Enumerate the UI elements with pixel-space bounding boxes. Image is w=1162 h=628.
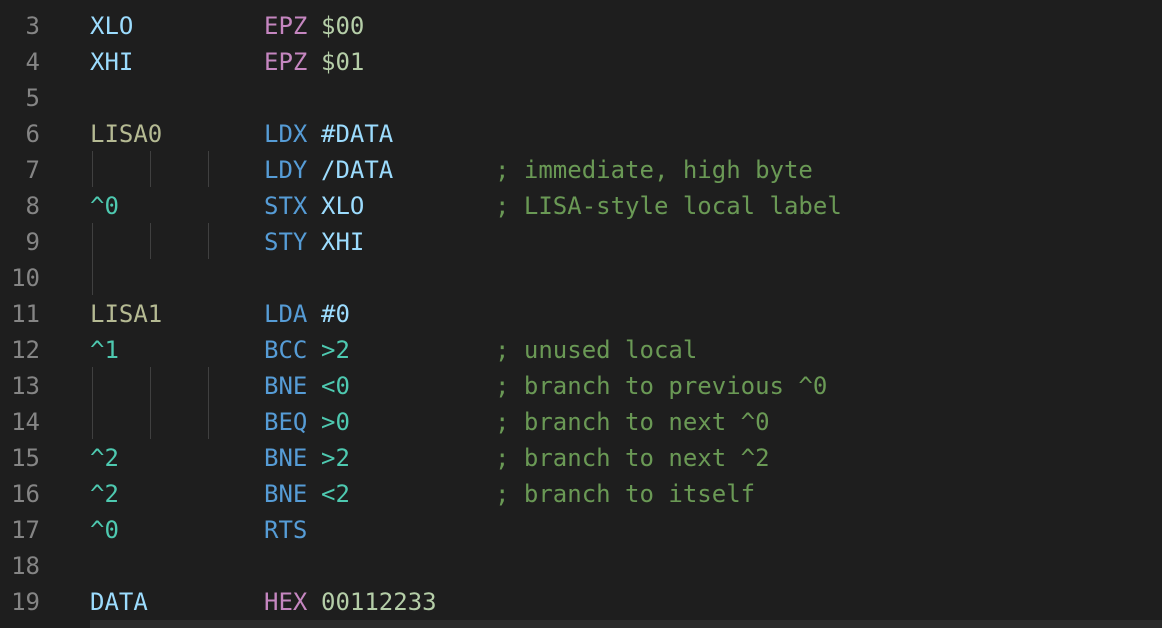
code-line[interactable]: 17 ^0 RTS	[0, 512, 1162, 548]
code-comment: ; branch to next ^0	[495, 408, 770, 436]
code-operand: >0	[321, 408, 350, 436]
line-number: 13	[11, 372, 40, 400]
line-number: 17	[11, 516, 40, 544]
code-opcode: BNE	[264, 444, 308, 472]
code-opcode: HEX	[264, 588, 308, 616]
code-operand: $00	[321, 12, 365, 40]
line-number: 14	[11, 408, 40, 436]
code-opcode: RTS	[264, 516, 308, 544]
line-number: 10	[11, 264, 40, 292]
code-label: ^2	[90, 480, 119, 508]
code-line[interactable]: 16 ^2 BNE <2 ; branch to itself	[0, 476, 1162, 512]
code-operand: <2	[321, 480, 350, 508]
code-line[interactable]: 15 ^2 BNE >2 ; branch to next ^2	[0, 440, 1162, 476]
line-number: 9	[25, 228, 40, 256]
code-label: LISA1	[90, 300, 163, 328]
code-label: ^0	[90, 516, 119, 544]
code-label: LISA0	[90, 120, 163, 148]
code-opcode: STY	[264, 228, 308, 256]
code-comment: ; branch to previous ^0	[495, 372, 828, 400]
line-number: 7	[25, 156, 40, 184]
horizontal-scrollbar[interactable]	[90, 620, 1162, 628]
code-line[interactable]: 12 ^1 BCC >2 ; unused local	[0, 332, 1162, 368]
code-comment: ; LISA-style local label	[495, 192, 842, 220]
code-operand: /DATA	[321, 156, 394, 184]
code-line[interactable]: 19 DATA HEX 00112233	[0, 584, 1162, 620]
code-comment: ; branch to itself	[495, 480, 756, 508]
code-line[interactable]: 5	[0, 80, 1162, 116]
code-opcode: BNE	[264, 480, 308, 508]
code-label: DATA	[90, 588, 148, 616]
code-line[interactable]: 8 ^0 STX XLO ; LISA-style local label	[0, 188, 1162, 224]
code-label: ^2	[90, 444, 119, 472]
line-number: 15	[11, 444, 40, 472]
code-line[interactable]: 7 LDY/DATA ; immediate, high byte	[0, 152, 1162, 188]
line-number: 11	[11, 300, 40, 328]
code-operand: XHI	[321, 228, 365, 256]
code-opcode: BCC	[264, 336, 308, 364]
line-number: 8	[25, 192, 40, 220]
code-operand: #DATA	[321, 120, 394, 148]
code-opcode: EPZ	[264, 12, 308, 40]
code-comment: ; branch to next ^2	[495, 444, 770, 472]
code-opcode: EPZ	[264, 48, 308, 76]
line-number: 6	[25, 120, 40, 148]
code-operand: >2	[321, 336, 350, 364]
line-number: 16	[11, 480, 40, 508]
code-label: XLO	[90, 12, 134, 40]
code-opcode: BNE	[264, 372, 308, 400]
code-line[interactable]: 13 BNE <0 ; branch to previous ^0	[0, 368, 1162, 404]
code-opcode: LDY	[264, 156, 308, 184]
code-opcode: LDX	[264, 120, 308, 148]
code-line[interactable]: 10	[0, 260, 1162, 296]
code-operand: >2	[321, 444, 350, 472]
code-line[interactable]: 18	[0, 548, 1162, 584]
code-operand: $01	[321, 48, 365, 76]
line-number: 3	[25, 12, 40, 40]
code-opcode: LDA	[264, 300, 308, 328]
line-number: 5	[25, 84, 40, 112]
code-operand: XLO	[321, 192, 365, 220]
code-label: ^0	[90, 192, 119, 220]
code-operand: #0	[321, 300, 350, 328]
code-operand: 00112233	[321, 588, 437, 616]
code-operand: <0	[321, 372, 350, 400]
code-line[interactable]: 6 LISA0 LDX #DATA	[0, 116, 1162, 152]
code-comment: ; unused local	[495, 336, 698, 364]
code-line[interactable]: 11 LISA1 LDA #0	[0, 296, 1162, 332]
code-label: XHI	[90, 48, 134, 76]
code-label: ^1	[90, 336, 119, 364]
code-comment: ; immediate, high byte	[495, 156, 813, 184]
code-line[interactable]: 3 XLO EPZ $00	[0, 8, 1162, 44]
code-line[interactable]: 14 BEQ >0 ; branch to next ^0	[0, 404, 1162, 440]
code-line[interactable]: 4 XHI EPZ $01	[0, 44, 1162, 80]
line-number: 4	[25, 48, 40, 76]
line-number: 19	[11, 588, 40, 616]
code-opcode: BEQ	[264, 408, 308, 436]
code-editor[interactable]: 3 XLO EPZ $00 4 XHI EPZ $01 5 6 LISA0 LDX #DATA 7 LDY /…	[0, 0, 1162, 628]
code-opcode: STX	[264, 192, 308, 220]
line-number: 12	[11, 336, 40, 364]
line-number: 18	[11, 552, 40, 580]
code-line[interactable]: 9 STY XHI	[0, 224, 1162, 260]
